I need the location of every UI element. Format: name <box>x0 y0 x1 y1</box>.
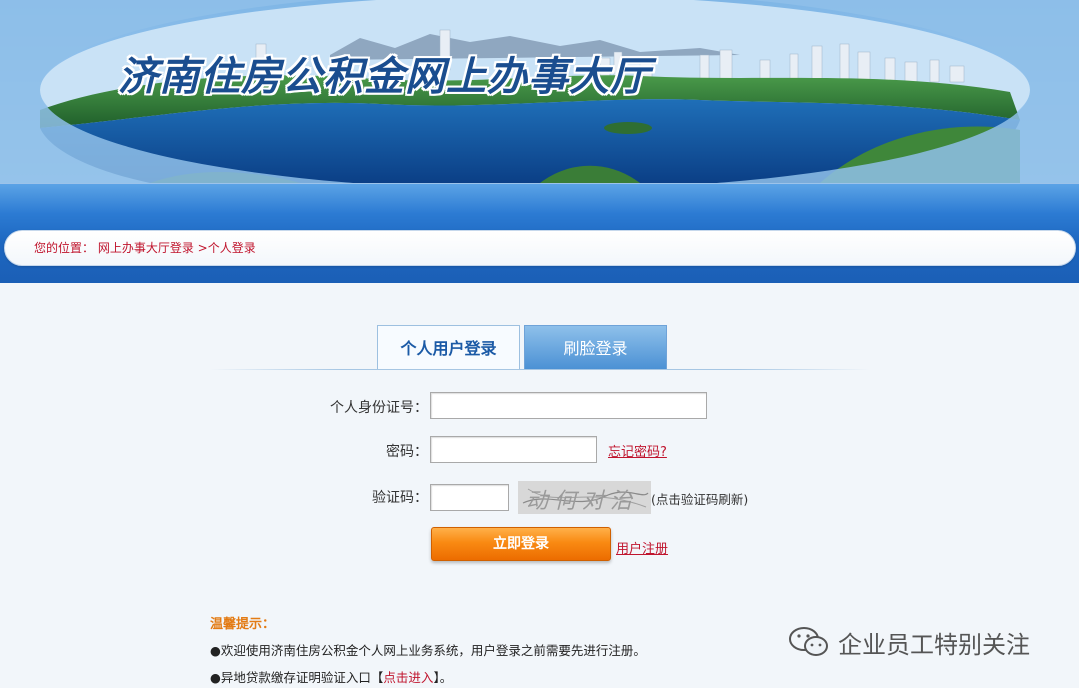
id-number-input[interactable] <box>430 392 707 419</box>
tab-face-login[interactable]: 刷脸登录 <box>524 325 667 370</box>
password-label: 密码： <box>386 444 428 460</box>
tab-divider <box>210 369 870 370</box>
tips-title: 温馨提示： <box>210 617 276 632</box>
captcha-input[interactable] <box>430 484 509 511</box>
login-button[interactable]: 立即登录 <box>431 527 611 561</box>
id-number-label: 个人身份证号： <box>330 400 428 416</box>
header-banner: 济南住房公积金网上办事大厅 <box>0 0 1079 183</box>
wechat-watermark: 企业员工特别关注 <box>788 622 1030 662</box>
forgot-password-link[interactable]: 忘记密码? <box>608 441 667 460</box>
tip-line-2-suffix: 】。 <box>433 670 453 685</box>
password-input[interactable] <box>430 436 597 463</box>
register-link[interactable]: 用户注册 <box>616 538 668 557</box>
watermark-text: 企业员工特别关注 <box>838 630 1030 659</box>
captcha-image[interactable]: 动何对治 <box>518 481 651 514</box>
wechat-icon <box>789 627 828 656</box>
remote-loan-verify-link[interactable]: 点击进入 <box>383 670 433 685</box>
captcha-text: 动何对治 <box>526 489 639 514</box>
breadcrumb: 您的位置： 网上办事大厅登录 >个人登录 <box>34 239 256 256</box>
breadcrumb-path[interactable]: 网上办事大厅登录 >个人登录 <box>98 241 256 255</box>
tip-line-1: ●欢迎使用济南住房公积金个人网上业务系统，用户登录之前需要先进行注册。 <box>210 643 646 658</box>
breadcrumb-prefix: 您的位置： <box>34 241 95 255</box>
captcha-refresh-hint: (点击验证码刷新) <box>651 492 749 507</box>
tip-line-2-prefix: ●异地贷款缴存证明验证入口【 <box>210 670 384 685</box>
tab-personal-login[interactable]: 个人用户登录 <box>377 325 520 370</box>
site-title: 济南住房公积金网上办事大厅 <box>118 53 651 100</box>
tip-line-2: ●异地贷款缴存证明验证入口【点击进入】。 <box>210 667 452 686</box>
captcha-label: 验证码： <box>372 490 428 506</box>
